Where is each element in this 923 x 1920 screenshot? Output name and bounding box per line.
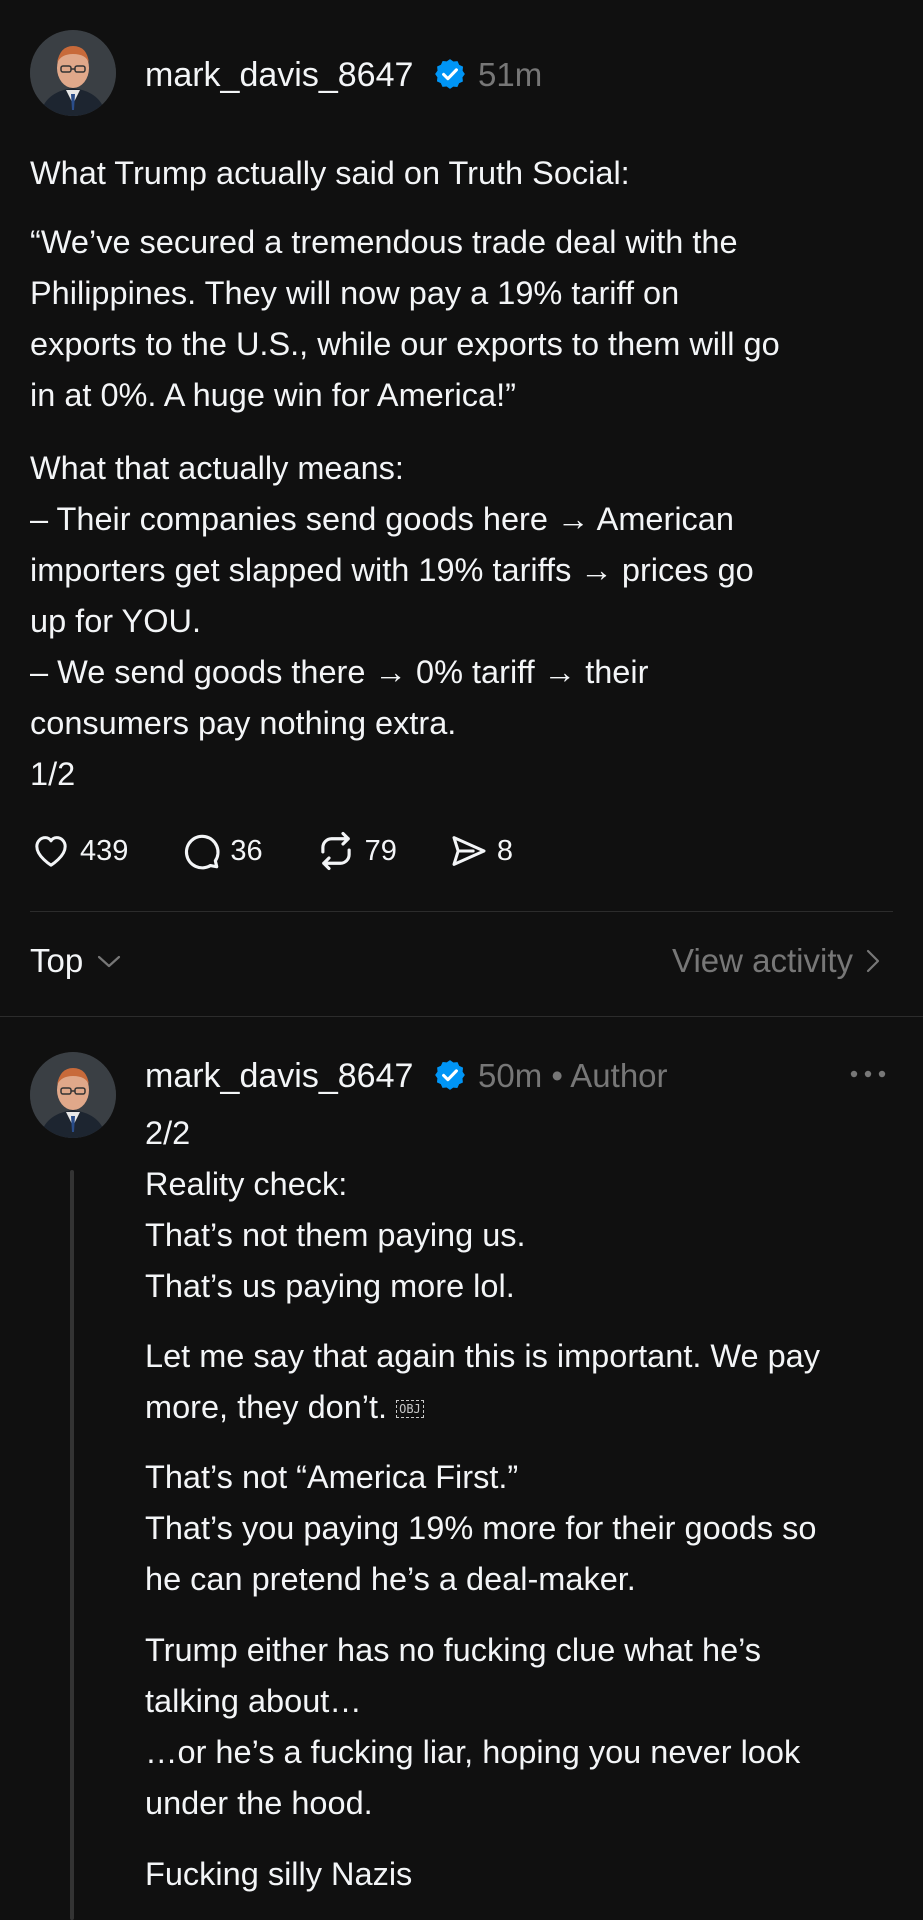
- reply-text-block-5: Fucking silly Nazis: [145, 1856, 413, 1892]
- thread-line: [70, 1170, 74, 1920]
- heart-icon: [35, 836, 67, 867]
- reply-text-block-4: Trump either has no fucking clue what he…: [145, 1632, 801, 1821]
- reply-text-2: Let me say that again this is important.…: [145, 1338, 821, 1425]
- meta-separator: •: [551, 1057, 563, 1094]
- comment-count: 36: [230, 834, 263, 867]
- username[interactable]: mark_davis_8647: [145, 55, 413, 95]
- avatar[interactable]: [30, 1052, 116, 1138]
- divider: [30, 911, 893, 912]
- post-time: 51m: [478, 56, 543, 93]
- share-button[interactable]: 8: [449, 831, 513, 871]
- share-icon: [452, 836, 486, 866]
- view-activity-label: View activity: [672, 942, 853, 979]
- repost-count: 79: [364, 834, 397, 867]
- post-text-line-1: What Trump actually said on Truth Social…: [30, 155, 630, 191]
- divider: [0, 1016, 923, 1017]
- comment-button[interactable]: 36: [180, 830, 263, 872]
- reply-time: 50m: [478, 1057, 543, 1094]
- like-count: 439: [80, 834, 129, 867]
- share-count: 8: [496, 834, 514, 867]
- repost-icon: [320, 831, 351, 871]
- post-actions: 439 36 79 8: [30, 828, 565, 874]
- avatar[interactable]: [30, 30, 116, 116]
- reply-text-block-1: 2/2 Reality check: That’s not them payin…: [145, 1115, 526, 1304]
- sort-dropdown[interactable]: Top: [30, 942, 123, 980]
- reply-text-block-2: Let me say that again this is important.…: [145, 1331, 820, 1433]
- username[interactable]: mark_davis_8647: [145, 1056, 413, 1096]
- comment-icon: [185, 834, 220, 870]
- obj-placeholder-icon: OBJ: [396, 1400, 424, 1419]
- view-activity-link[interactable]: View activity: [672, 942, 881, 980]
- repost-button[interactable]: 79: [315, 830, 397, 872]
- sort-label: Top: [30, 942, 84, 979]
- reply-meta: 50m • Author: [478, 1056, 668, 1096]
- verified-badge-icon: [435, 59, 465, 89]
- verified-badge-icon: [435, 1060, 465, 1090]
- post-quote: “We’ve secured a tremendous trade deal w…: [30, 224, 780, 413]
- chevron-down-icon: [98, 955, 121, 968]
- post-explanation: What that actually means: – Their compan…: [30, 450, 754, 792]
- chevron-right-icon: [866, 949, 880, 973]
- reply-text-block-3: That’s not “America First.” That’s you p…: [145, 1459, 817, 1597]
- like-button[interactable]: 439: [30, 831, 128, 871]
- author-tag: Author: [570, 1057, 668, 1094]
- more-icon[interactable]: [848, 1062, 888, 1086]
